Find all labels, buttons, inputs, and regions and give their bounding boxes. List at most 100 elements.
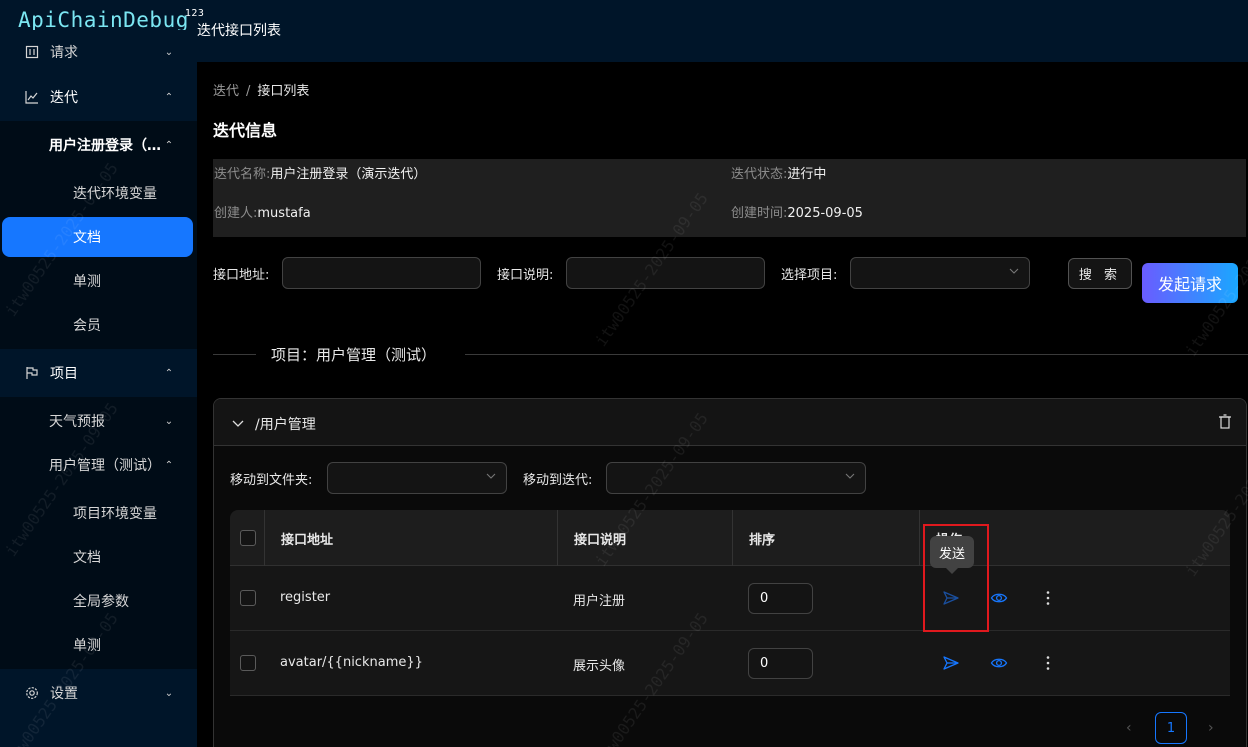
launch-request-button[interactable]: 发起请求 [1142,263,1238,303]
sidebar-item-label: 单测 [73,638,101,654]
sidebar-item-project[interactable]: 项目 ⌃ [0,351,197,395]
url-filter-input[interactable] [282,257,481,289]
chevron-down-icon [845,473,855,479]
trash-icon[interactable] [1218,414,1232,430]
section-title: 迭代信息 [213,121,278,140]
row-checkbox[interactable] [240,590,256,606]
search-button[interactable]: 搜 索 [1068,258,1132,289]
folder-title: /用户管理 [255,417,316,433]
select-all-checkbox[interactable] [240,530,256,546]
breadcrumb-parent[interactable]: 迭代 [213,84,239,99]
row-checkbox[interactable] [240,655,256,671]
chevron-up-icon: ⌃ [164,367,174,379]
info-creator: 创建人:mustafa [214,202,311,221]
info-created: 创建时间:2025-09-05 [731,202,863,221]
page-title: 迭代接口列表 [197,23,281,39]
chevron-down-icon: ⌄ [164,46,174,58]
chevron-down-icon[interactable] [232,417,244,429]
eye-icon[interactable] [990,654,1008,672]
folder-panel: /用户管理 移动到文件夹: 移动到迭代: 接口地址 接口说明 排序 regist… [213,398,1247,747]
info-status-label: 迭代状态: [731,167,788,182]
eye-icon[interactable] [990,589,1008,607]
move-iteration-select[interactable] [606,462,866,494]
move-folder-label: 移动到文件夹: [230,473,313,488]
chevron-down-icon [486,473,496,479]
sidebar-item-label: 迭代环境变量 [73,186,157,202]
sidebar-item-label: 项目 [50,366,78,382]
tooltip-arrow [946,568,958,574]
sidebar-item-unit-test[interactable]: 单测 [0,259,197,303]
sidebar-item-label: 迭代 [50,90,78,106]
row-desc: 用户注册 [573,594,626,609]
chevron-down-icon [1009,268,1019,274]
project-filter-label: 选择项目: [781,268,838,283]
iteration-info-panel: 迭代名称:用户注册登录（演示迭代） 迭代状态:进行中 创建人:mustafa 创… [213,159,1246,237]
chevron-up-icon: ⌃ [164,139,174,151]
column-header-order: 排序 [749,533,776,548]
table-header: 接口地址 接口说明 排序 操作 [230,510,1230,566]
move-folder-select[interactable] [327,462,507,494]
logo-text: ApiChainDebug [18,8,189,32]
next-page-icon[interactable]: › [1208,720,1220,736]
flag-icon [24,365,40,381]
send-tooltip: 发送 [930,536,974,568]
column-separator [732,510,733,566]
column-separator [557,510,558,566]
sidebar-item-label: 用户注册登录（演示迭代） [49,138,163,154]
sidebar-item-global-params[interactable]: 全局参数 [0,579,197,623]
info-name-label: 迭代名称: [214,167,271,182]
sidebar-item-label: 用户管理（测试） [49,458,161,474]
sidebar-item-label: 请求 [50,45,78,61]
sidebar-item-user-mgmt[interactable]: 用户管理（测试） ⌃ [0,443,197,487]
breadcrumb-current: 接口列表 [257,84,310,99]
page-number-current[interactable]: 1 [1155,712,1187,744]
desc-filter-label: 接口说明: [497,268,554,283]
sidebar-item-label: 设置 [50,686,78,702]
move-controls: 移动到文件夹: 移动到迭代: [230,462,930,494]
gear-icon [24,685,40,701]
sidebar-item-docs[interactable]: 文档 [2,217,193,257]
row-url: avatar/{{nickname}} [280,655,423,670]
app-logo[interactable]: ApiChainDebug123 [18,8,204,32]
chevron-down-icon: ⌄ [164,687,174,699]
sidebar-item-member[interactable]: 会员 [0,303,197,347]
sidebar-item-project-env[interactable]: 项目环境变量 [0,491,197,535]
prev-page-icon[interactable]: ‹ [1126,720,1138,736]
sidebar-item-project-docs[interactable]: 文档 [0,535,197,579]
sidebar-item-request[interactable]: 请求 ⌄ [0,30,197,74]
send-icon[interactable] [942,654,960,672]
request-icon [24,44,40,60]
project-divider: 项目：用户管理（测试） [213,343,1248,365]
sidebar-item-label: 天气预报 [49,414,105,430]
api-table: 接口地址 接口说明 排序 操作 register 用户注册 0 avatar/{… [230,510,1230,696]
main-content: 迭代 / 接口列表 迭代信息 迭代名称:用户注册登录（演示迭代） 迭代状态:进行中 … [197,62,1248,747]
sidebar-item-label: 会员 [73,318,101,334]
info-creator-value: mustafa [257,206,311,221]
row-desc: 展示头像 [573,659,626,674]
folder-header[interactable]: /用户管理 [214,399,1246,446]
sidebar-item-project-unit-test[interactable]: 单测 [0,623,197,667]
order-input[interactable]: 0 [748,648,813,679]
info-status: 迭代状态:进行中 [731,163,826,182]
sidebar-item-label: 文档 [73,550,101,566]
chart-line-icon [24,89,40,105]
more-vertical-icon[interactable] [1039,654,1057,672]
row-url: register [280,590,331,605]
project-divider-title: 项目：用户管理（测试） [271,346,437,364]
divider-line-right [465,354,1248,355]
more-vertical-icon[interactable] [1039,589,1057,607]
sidebar-item-iteration-demo[interactable]: 用户注册登录（演示迭代） ⌃ [0,123,197,167]
sidebar-item-label: 文档 [73,230,101,246]
project-select[interactable] [850,257,1030,289]
order-input[interactable]: 0 [748,583,813,614]
desc-filter-input[interactable] [566,257,765,289]
sidebar-item-label: 单测 [73,274,101,290]
sidebar-item-iteration[interactable]: 迭代 ⌃ [0,75,197,119]
sidebar-item-settings[interactable]: 设置 ⌄ [0,671,197,715]
sidebar-item-iteration-env[interactable]: 迭代环境变量 [0,171,197,215]
info-created-label: 创建时间: [731,206,788,221]
logo-superscript: 123 [184,8,205,19]
sidebar-item-weather[interactable]: 天气预报 ⌄ [0,399,197,443]
info-name-value: 用户注册登录（演示迭代） [270,167,427,182]
table-row: avatar/{{nickname}} 展示头像 0 [230,631,1230,696]
